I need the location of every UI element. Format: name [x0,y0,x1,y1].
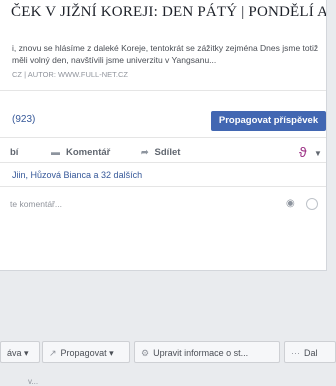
chevron-down-icon: ▾ [109,348,114,358]
chevron-down-icon[interactable]: ▼ [314,149,322,158]
post-card: ČEK V JIŽNÍ KOREJI: DEN PÁTÝ | PONDĚLÍ A… [0,0,327,271]
engagement-count[interactable]: (923) [12,114,35,125]
share-dropdown-label: áva [7,348,22,358]
comment-label: Komentář [66,147,111,158]
more-button[interactable]: ··· Dal [284,341,336,363]
post-description[interactable]: i, znovu se hlásíme z daleké Koreje, ten… [12,42,324,66]
divider [0,90,326,91]
share-label: Sdílet [154,147,181,158]
divider [0,162,326,163]
emoji-icon[interactable] [306,198,318,210]
camera-icon[interactable]: ◉ [286,198,295,209]
comment-icon: ▬ [51,147,60,157]
comment-button[interactable]: ▬ Komentář [51,147,110,158]
more-icon: ··· [291,348,300,358]
comment-input[interactable]: te komentář... [10,199,62,209]
divider [0,137,326,138]
like-button[interactable]: bí [10,147,18,158]
promote-label: Propagovat [60,348,107,358]
like-label: bí [10,147,19,158]
edit-info-label: Upravit informace o st... [153,348,249,358]
edit-info-button[interactable]: ⚙ Upravit informace o st... [134,341,280,363]
more-label: Dal [304,348,318,358]
post-title[interactable]: ČEK V JIŽNÍ KOREJI: DEN PÁTÝ | PONDĚLÍ A [11,3,326,21]
page-avatar-icon[interactable]: ϑ [299,144,307,160]
divider [0,186,326,187]
chevron-down-icon: ▾ [24,348,29,358]
promote-post-button[interactable]: Propagovat příspěvek [211,111,326,131]
post-toolbar: áva ▾ ↗ Propagovat ▾ ⚙ Upravit informace o… [0,339,336,367]
reactions-summary[interactable]: Jiin, Hůzová Bianca a 32 dalších [12,170,142,180]
share-button[interactable]: ➦ Sdílet [141,147,180,158]
bottom-label: v... [28,377,39,386]
post-source: CZ | AUTOR: WWW.FULL-NET.CZ [12,70,128,79]
share-icon: ➦ [141,147,149,157]
promote-icon: ↗ [49,348,57,358]
promote-dropdown-button[interactable]: ↗ Propagovat ▾ [42,341,130,363]
gear-icon: ⚙ [141,348,150,358]
share-dropdown-button[interactable]: áva ▾ [0,341,40,363]
